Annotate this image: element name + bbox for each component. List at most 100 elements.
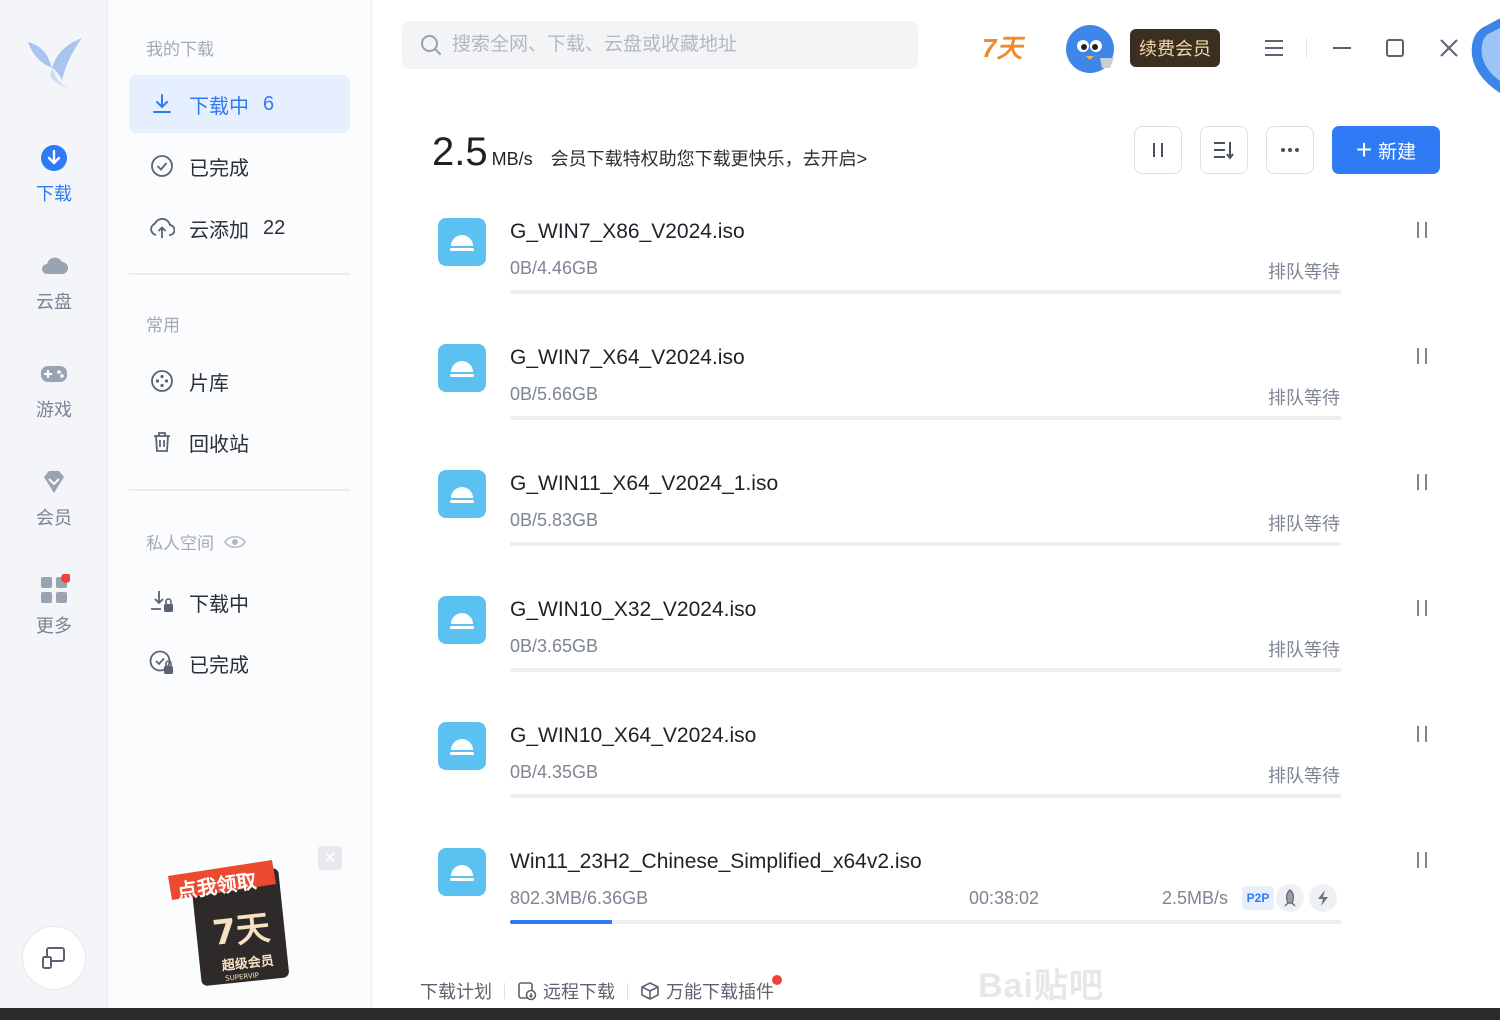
new-task-button[interactable]: + 新建 bbox=[1332, 126, 1440, 174]
download-row[interactable]: Win11_23H2_Chinese_Simplified_x64v2.iso 8… bbox=[438, 834, 1448, 934]
file-type-icon bbox=[438, 344, 486, 392]
pause-icon bbox=[1153, 143, 1163, 157]
download-lock-icon bbox=[149, 589, 175, 615]
floating-shield-icon[interactable] bbox=[1468, 14, 1500, 98]
divider bbox=[129, 489, 350, 491]
trash-icon bbox=[149, 429, 175, 455]
download-plan-link[interactable]: 下载计划 bbox=[420, 978, 492, 1004]
divider bbox=[504, 983, 505, 999]
rail-item-more[interactable]: 更多 bbox=[0, 574, 108, 638]
progress-bar bbox=[510, 290, 1341, 294]
pause-icon bbox=[1417, 348, 1427, 364]
download-plugin-link[interactable]: 万能下载插件 bbox=[640, 975, 782, 1004]
film-reel-icon bbox=[149, 368, 175, 394]
left-rail: 下载 云盘 游戏 会员 更多 bbox=[0, 0, 108, 1008]
close-icon bbox=[1440, 39, 1458, 57]
search-box[interactable] bbox=[402, 21, 918, 69]
nav-item-private-completed[interactable]: 已完成 bbox=[129, 634, 350, 692]
cloud-icon bbox=[42, 257, 68, 274]
file-name: G_WIN7_X86_V2024.iso bbox=[510, 220, 745, 243]
minimize-button[interactable] bbox=[1324, 30, 1360, 66]
nav-count: 6 bbox=[263, 92, 275, 115]
pause-task-button[interactable] bbox=[1410, 344, 1434, 368]
more-options-button[interactable] bbox=[1266, 126, 1314, 174]
maximize-button[interactable] bbox=[1377, 30, 1413, 66]
file-type-icon bbox=[438, 470, 486, 518]
private-space-header[interactable]: 私人空间 bbox=[146, 529, 246, 554]
download-row[interactable]: G_WIN10_X32_V2024.iso 0B/3.65GB 排队等待 bbox=[438, 582, 1448, 682]
nav-item-completed[interactable]: 已完成 bbox=[129, 137, 350, 195]
nav-item-recycle[interactable]: 回收站 bbox=[129, 413, 350, 471]
rail-item-cloud[interactable]: 云盘 bbox=[0, 250, 108, 314]
pause-task-button[interactable] bbox=[1410, 722, 1434, 746]
lightning-icon[interactable] bbox=[1309, 884, 1337, 912]
new-task-label: 新建 bbox=[1378, 141, 1417, 163]
renew-vip-button[interactable]: 续费会员 bbox=[1130, 29, 1220, 67]
vip-days-remaining: 7天 bbox=[982, 33, 1023, 63]
device-switch-button[interactable] bbox=[22, 926, 86, 990]
hamburger-icon bbox=[1265, 40, 1283, 56]
check-circle-icon bbox=[149, 153, 175, 179]
remote-download-link[interactable]: 远程下载 bbox=[517, 978, 615, 1004]
vip-speed-tip-link[interactable]: 会员下载特权助您下载更快乐，去开启> bbox=[551, 145, 868, 171]
nav-label: 云添加 bbox=[189, 219, 249, 242]
avatar[interactable] bbox=[1064, 22, 1118, 76]
menu-button[interactable] bbox=[1256, 30, 1292, 66]
download-rate: 2.5MB/s bbox=[1162, 888, 1229, 908]
pause-icon bbox=[1417, 600, 1427, 616]
minimize-icon bbox=[1333, 47, 1351, 49]
promo-close-button[interactable]: ✕ bbox=[318, 846, 342, 870]
pause-task-button[interactable] bbox=[1410, 596, 1434, 620]
pause-task-button[interactable] bbox=[1410, 848, 1434, 872]
plus-icon: + bbox=[1355, 134, 1373, 165]
sort-button[interactable] bbox=[1200, 126, 1248, 174]
ellipsis-icon bbox=[1281, 148, 1299, 152]
section-title: 常用 bbox=[146, 316, 180, 335]
progress-bar bbox=[510, 794, 1341, 798]
nav-item-private-downloading[interactable]: 下载中 bbox=[129, 573, 350, 631]
nav-label: 下载中 bbox=[189, 95, 249, 118]
close-button[interactable] bbox=[1431, 30, 1467, 66]
pause-task-button[interactable] bbox=[1410, 470, 1434, 494]
sort-icon bbox=[1214, 142, 1234, 160]
rail-item-game[interactable]: 游戏 bbox=[0, 358, 108, 422]
download-arrow-icon bbox=[149, 91, 175, 117]
close-icon: ✕ bbox=[323, 850, 337, 867]
pause-icon bbox=[1417, 474, 1427, 490]
progress-bar bbox=[510, 542, 1341, 546]
pause-icon bbox=[1417, 222, 1427, 238]
maximize-icon bbox=[1386, 39, 1404, 57]
nav-item-downloading[interactable]: 下载中 6 bbox=[129, 75, 350, 133]
pause-all-button[interactable] bbox=[1134, 126, 1182, 174]
search-input[interactable] bbox=[452, 34, 892, 56]
progress-bar bbox=[510, 416, 1341, 420]
grid-icon bbox=[41, 574, 70, 603]
file-name: G_WIN7_X64_V2024.iso bbox=[510, 346, 745, 369]
download-row[interactable]: G_WIN10_X64_V2024.iso 0B/4.35GB 排队等待 bbox=[438, 708, 1448, 808]
progress-fill bbox=[510, 920, 613, 924]
eye-icon bbox=[224, 535, 246, 548]
task-status: 排队等待 bbox=[1268, 388, 1340, 408]
download-row[interactable]: G_WIN7_X64_V2024.iso 0B/5.66GB 排队等待 bbox=[438, 330, 1448, 430]
notification-dot bbox=[772, 975, 782, 985]
rail-label: 云盘 bbox=[36, 292, 72, 312]
rocket-icon[interactable] bbox=[1276, 884, 1304, 912]
rail-item-download[interactable]: 下载 bbox=[0, 142, 108, 206]
footer-bar: 下载计划 远程下载 万能下载插件 bbox=[420, 975, 782, 1004]
pause-task-button[interactable] bbox=[1410, 218, 1434, 242]
progress-bar bbox=[510, 920, 1341, 924]
remote-download-icon bbox=[518, 982, 537, 1001]
section-title: 私人空间 bbox=[146, 534, 214, 553]
rail-item-vip[interactable]: 会员 bbox=[0, 466, 108, 530]
download-row[interactable]: G_WIN7_X86_V2024.iso 0B/4.46GB 排队等待 bbox=[438, 204, 1448, 304]
file-size: 0B/4.35GB bbox=[510, 762, 599, 782]
file-name: G_WIN10_X32_V2024.iso bbox=[510, 598, 757, 621]
nav-item-library[interactable]: 片库 bbox=[129, 352, 350, 410]
nav-count: 22 bbox=[263, 216, 286, 239]
check-lock-icon bbox=[149, 650, 175, 676]
nav-item-cloud-add[interactable]: 云添加 22 bbox=[129, 199, 350, 257]
download-row[interactable]: G_WIN11_X64_V2024_1.iso 0B/5.83GB 排队等待 bbox=[438, 456, 1448, 556]
nav-label: 片库 bbox=[189, 372, 229, 395]
cube-icon bbox=[641, 982, 659, 1000]
app-logo-icon bbox=[28, 38, 82, 88]
